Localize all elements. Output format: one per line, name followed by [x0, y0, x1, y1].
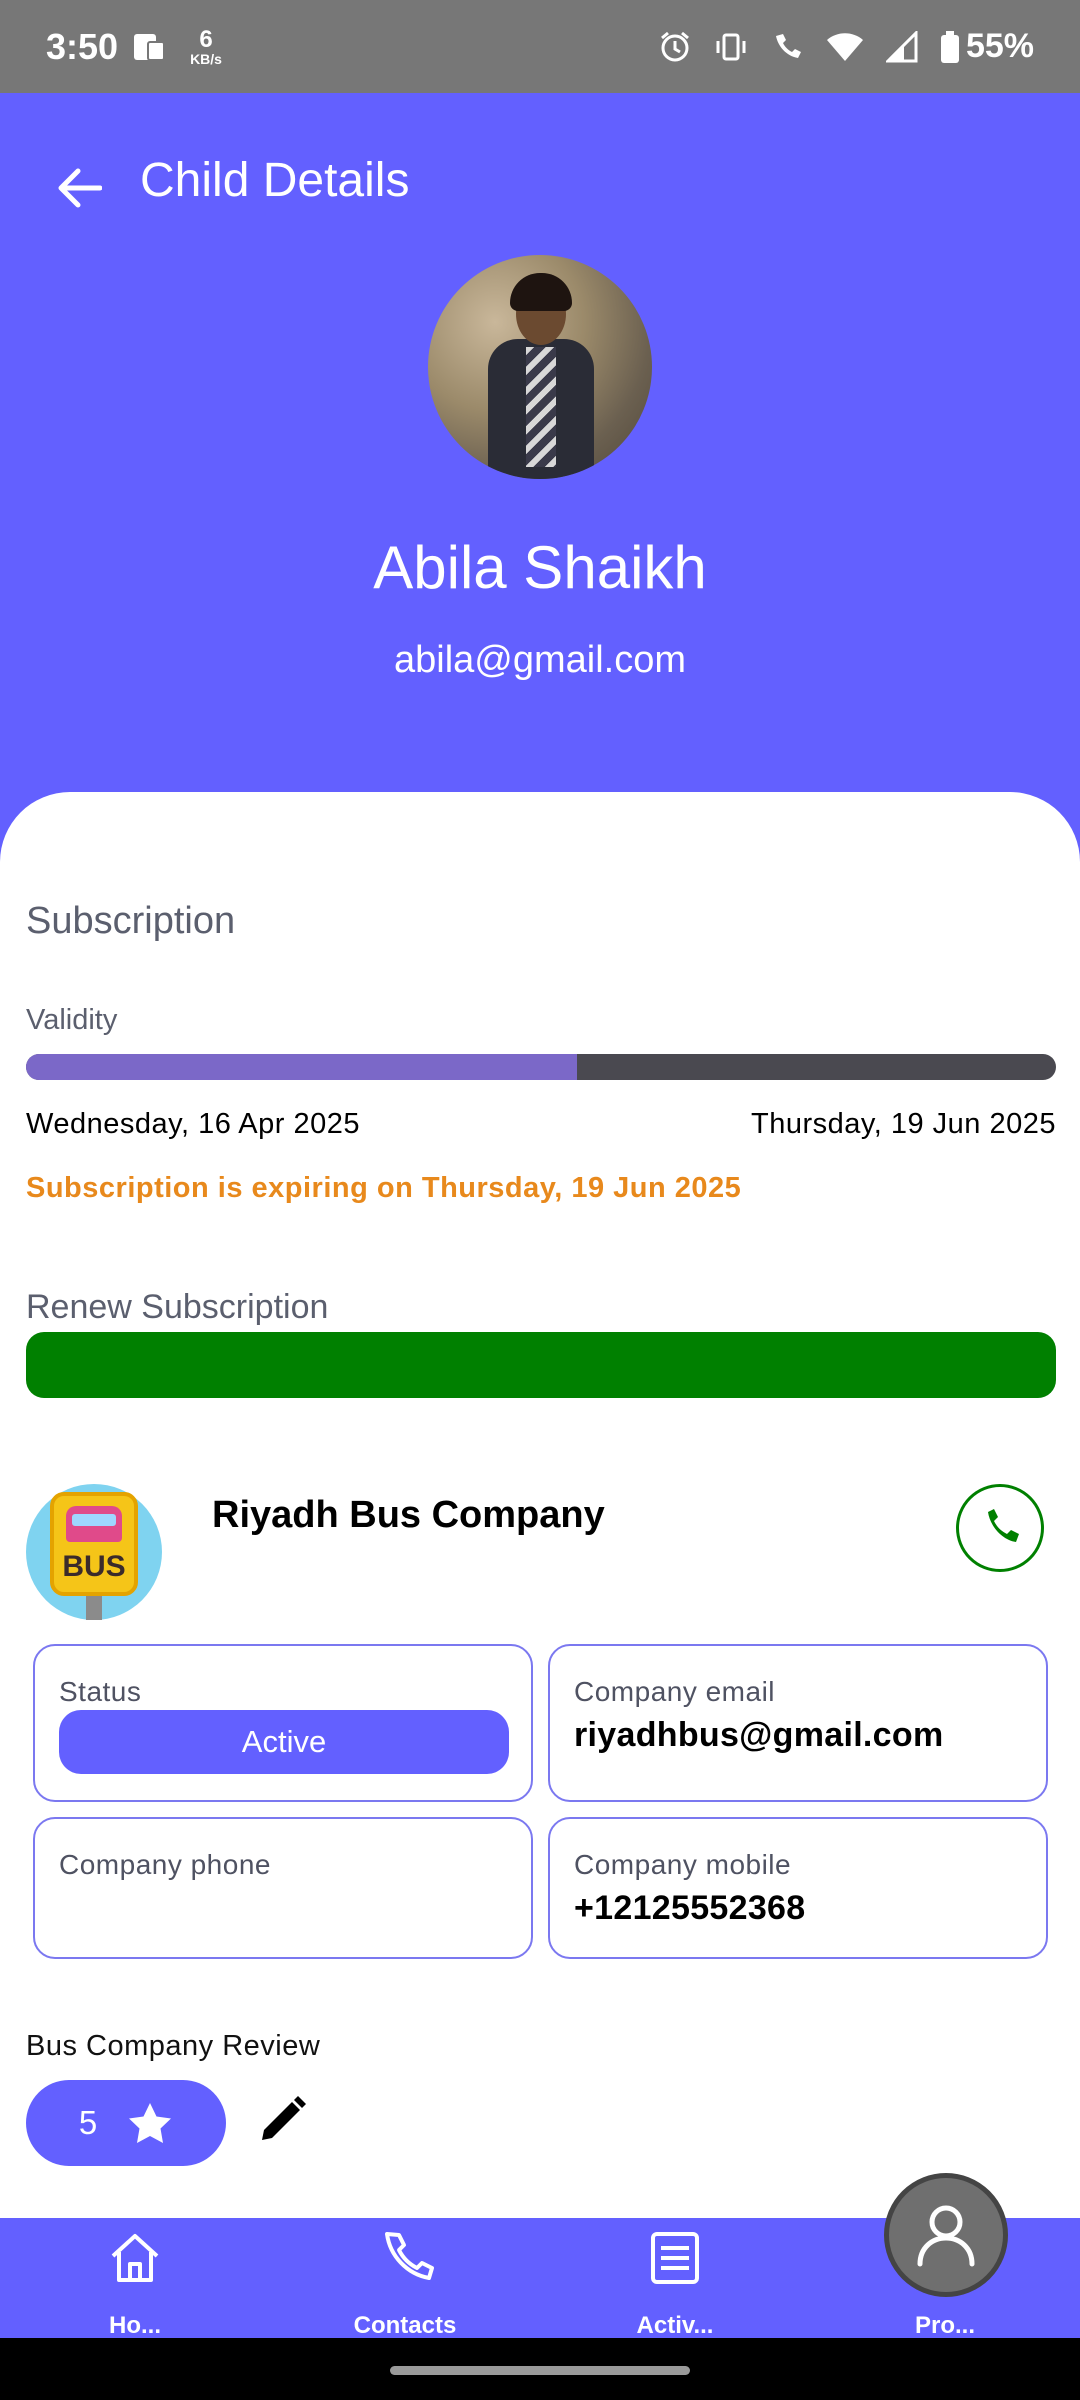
wifi-icon: [826, 31, 864, 63]
review-label: Bus Company Review: [26, 2030, 321, 2062]
validity-label: Validity: [26, 1004, 118, 1036]
sign-pole: [86, 1596, 102, 1620]
profile-header: Child Details Abila Shaikh abila@gmail.c…: [0, 93, 1080, 793]
company-phone-card: Company phone: [33, 1817, 533, 1959]
edit-review-button[interactable]: [254, 2088, 314, 2148]
company-email-card: Company email riyadhbus@gmail.com: [548, 1644, 1048, 1802]
company-email-label: Company email: [574, 1676, 776, 1707]
nav-contacts[interactable]: Contacts: [270, 2218, 540, 2339]
validity-start-date: Wednesday, 16 Apr 2025: [26, 1108, 360, 1140]
nav-contacts-label: Contacts: [353, 2312, 457, 2339]
home-gesture-handle[interactable]: [390, 2366, 690, 2375]
company-phone-label: Company phone: [59, 1849, 271, 1880]
company-mobile-label: Company mobile: [574, 1849, 792, 1880]
battery-icon: 55%: [940, 27, 1034, 66]
validity-end-date: Thursday, 19 Jun 2025: [751, 1108, 1056, 1140]
renew-subscription-button[interactable]: [26, 1332, 1056, 1398]
network-speed-value: 6: [199, 25, 213, 53]
network-speed-unit: KB/s: [190, 50, 222, 67]
subscription-title: Subscription: [26, 900, 236, 942]
nav-home-label: Ho...: [109, 2312, 161, 2339]
status-bar: 3:50 6 KB/s 55%: [0, 0, 1080, 93]
status-time: 3:50: [46, 25, 119, 67]
pencil-icon: [262, 2096, 306, 2140]
rating-badge[interactable]: 5: [26, 2080, 226, 2166]
call-company-button[interactable]: [956, 1484, 1044, 1572]
back-button[interactable]: [44, 153, 114, 223]
status-card: Status Active: [33, 1644, 533, 1802]
list-icon: [651, 2232, 699, 2284]
home-icon: [111, 2234, 159, 2282]
renew-subscription-label: Renew Subscription: [26, 1288, 329, 1326]
expiry-warning: Subscription is expiring on Thursday, 19…: [26, 1172, 742, 1204]
bus-sign: BUS: [50, 1492, 138, 1596]
profile-fab[interactable]: [884, 2173, 1008, 2297]
company-mobile-value: +12125552368: [574, 1889, 806, 1927]
status-left: 3:50 6 KB/s: [46, 26, 222, 68]
logo-text: BUS: [62, 1550, 126, 1583]
status-badge: Active: [59, 1710, 509, 1774]
star-icon: [129, 2103, 172, 2143]
bus-company-logo: BUS: [26, 1484, 162, 1620]
company-email-value: riyadhbus@gmail.com: [574, 1716, 944, 1754]
validity-progress-bar: [26, 1054, 1056, 1080]
bus-window: [72, 1514, 116, 1526]
gesture-bar: [0, 2338, 1080, 2400]
phone-icon: [988, 1509, 1019, 1542]
arrow-left-icon: [58, 168, 102, 208]
details-sheet: Subscription Validity Wednesday, 16 Apr …: [0, 792, 1080, 2218]
avatar-scarf: [526, 347, 556, 467]
wifi-call-icon: [770, 30, 804, 64]
nav-activity[interactable]: Activ...: [540, 2218, 810, 2339]
child-details-screen: 3:50 6 KB/s 55% Child Details Abila Shai…: [0, 0, 1080, 2400]
phone-outline-icon: [385, 2232, 434, 2280]
battery-percent: 55%: [965, 27, 1034, 65]
company-mobile-card: Company mobile +12125552368: [548, 1817, 1048, 1959]
company-name: Riyadh Bus Company: [212, 1494, 605, 1536]
nav-home[interactable]: Ho...: [0, 2218, 270, 2339]
profile-icon: [917, 2205, 975, 2267]
network-speed: 6 KB/s: [190, 25, 222, 67]
nav-profile-label: Pro...: [914, 2312, 975, 2339]
alarm-icon: [658, 30, 692, 64]
nav-activity-label: Activ...: [636, 2312, 714, 2339]
child-avatar: [428, 255, 652, 479]
signal-icon: [885, 30, 918, 63]
validity-progress-fill: [26, 1054, 578, 1080]
page-title: Child Details: [140, 154, 410, 207]
avatar-hair: [510, 273, 572, 311]
status-right: 55%: [658, 27, 1034, 66]
vibrate-icon: [714, 30, 748, 64]
child-email: abila@gmail.com: [393, 639, 686, 681]
rating-value: 5: [78, 2104, 98, 2141]
screen-mirror-icon: [132, 30, 168, 64]
status-label: Status: [59, 1676, 142, 1707]
child-name: Abila Shaikh: [373, 534, 707, 601]
